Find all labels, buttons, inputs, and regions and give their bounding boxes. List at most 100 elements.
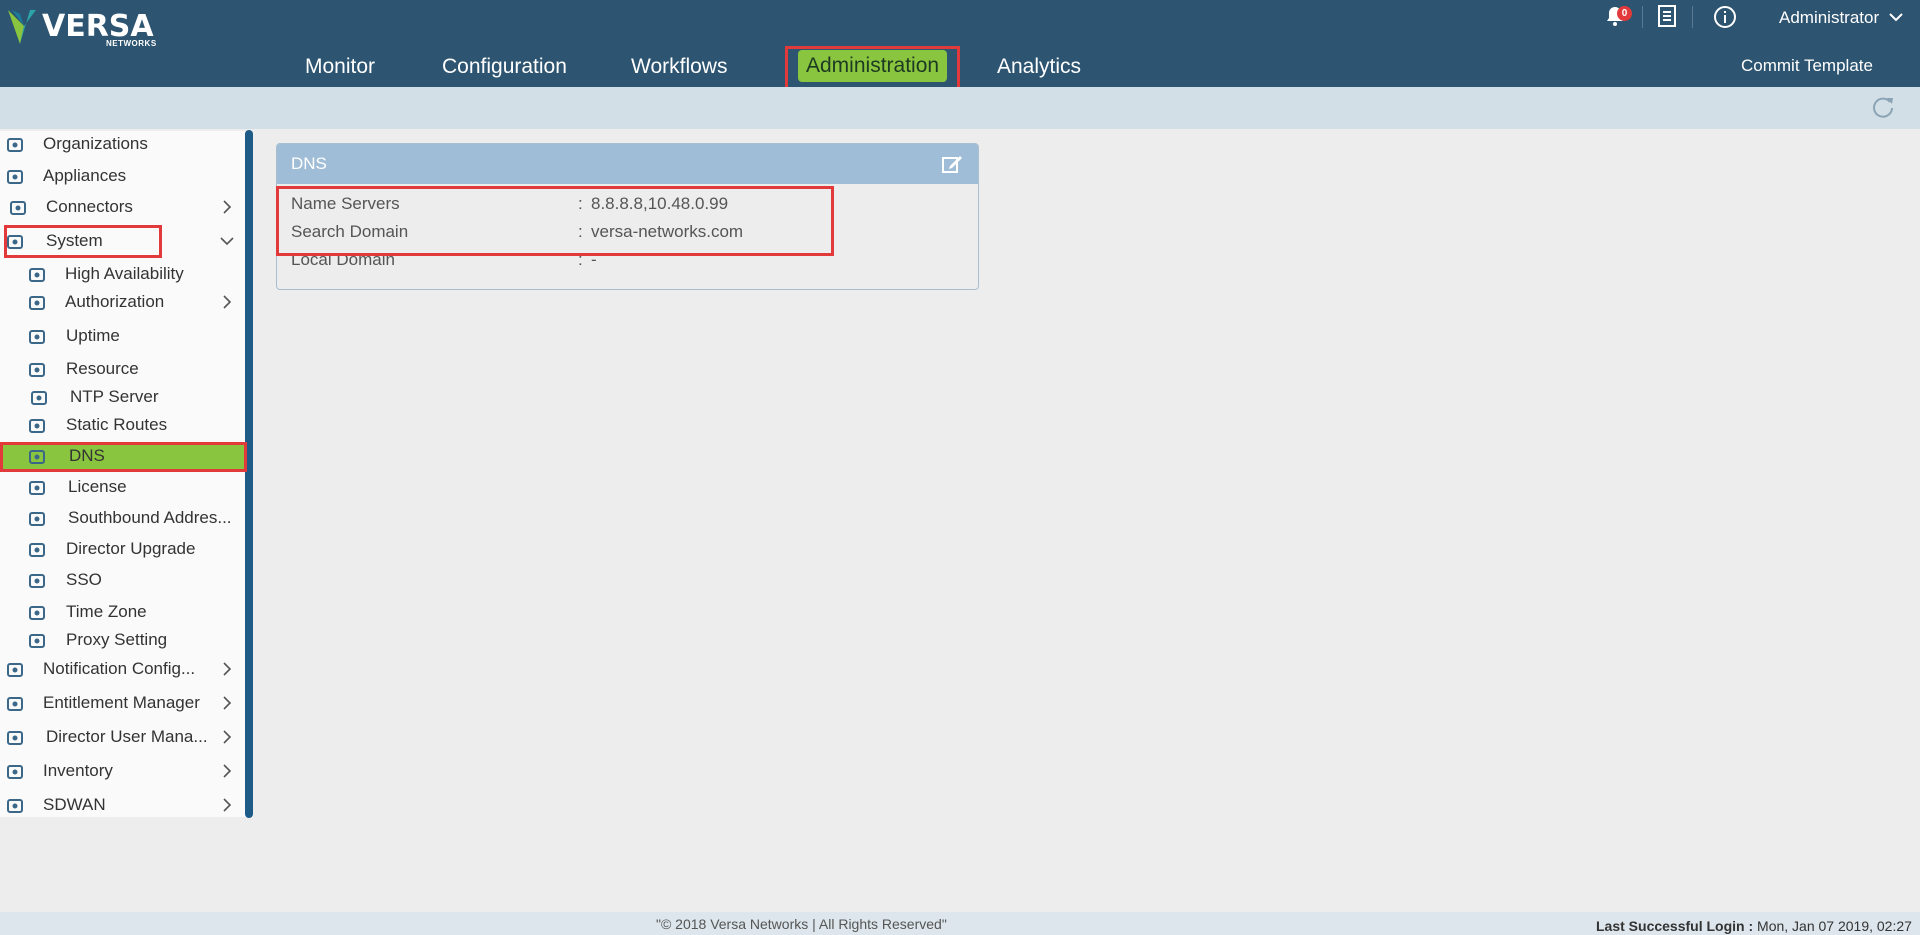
- chevron-down-icon[interactable]: [220, 234, 234, 248]
- nav-configuration[interactable]: Configuration: [442, 50, 567, 86]
- chevron-right-icon[interactable]: [220, 798, 234, 812]
- chevron-right-icon[interactable]: [220, 295, 234, 309]
- chevron-right-icon[interactable]: [220, 730, 234, 744]
- stopwatch-icon: [29, 330, 45, 344]
- sidebar-item-label: Uptime: [66, 326, 120, 345]
- chevron-right-icon[interactable]: [220, 696, 234, 710]
- sidebar-item-resource[interactable]: Resource: [0, 355, 244, 383]
- sidebar-item-static-routes[interactable]: Static Routes: [0, 411, 244, 439]
- sidebar-item-time-zone[interactable]: Time Zone: [0, 598, 244, 626]
- edit-icon: [942, 156, 962, 173]
- sidebar-item-license[interactable]: License: [0, 473, 244, 501]
- sidebar-item-label: Static Routes: [66, 415, 168, 434]
- commit-template-button[interactable]: Commit Template: [1741, 56, 1873, 76]
- sidebar-item-appliances[interactable]: Appliances: [0, 162, 244, 190]
- page-footer: "© 2018 Versa Networks | All Rights Rese…: [0, 912, 1920, 935]
- sidebar-item-label: Director Upgrade: [66, 539, 196, 558]
- sidebar-item-high-availability[interactable]: High Availability: [0, 260, 244, 288]
- sidebar-item-organizations[interactable]: Organizations: [0, 130, 244, 158]
- dns-card-header: DNS: [277, 144, 978, 184]
- sidebar-item-label: Notification Config...: [43, 659, 196, 678]
- user-name: Administrator: [1779, 8, 1880, 27]
- notification-config-icon: [7, 663, 23, 677]
- nav-monitor[interactable]: Monitor: [305, 50, 375, 86]
- server-icon: [29, 268, 45, 282]
- nav-administration[interactable]: Administration: [785, 46, 961, 90]
- sidebar-item-connectors[interactable]: Connectors: [0, 193, 244, 221]
- chevron-down-icon: [1889, 13, 1903, 22]
- row-key: Search Domain: [291, 222, 409, 241]
- chevron-right-icon[interactable]: [220, 200, 234, 214]
- sidebar-item-label: Director User Mana...: [46, 727, 208, 746]
- dns-globe-icon: [29, 450, 45, 464]
- sidebar-item-label: Authorization: [65, 292, 165, 311]
- edit-button[interactable]: [940, 152, 964, 176]
- tasks-button[interactable]: [1655, 4, 1683, 32]
- sidebar-item-label: High Availability: [65, 264, 184, 283]
- nav-administration-label: Administration: [798, 50, 948, 82]
- sidebar-scrollbar[interactable]: [245, 130, 253, 818]
- top-header: VERSA NETWORKS Monitor Configuration Wor…: [0, 0, 1920, 90]
- login-arrow-icon: [29, 296, 45, 310]
- last-login-label: Last Successful Login :: [1596, 918, 1754, 934]
- row-separator: :: [578, 194, 583, 213]
- toolbar-strip: [0, 87, 1920, 129]
- versa-logo[interactable]: VERSA NETWORKS: [6, 6, 156, 48]
- sidebar-item-sso[interactable]: SSO: [0, 566, 244, 594]
- sidebar-item-label: SSO: [66, 570, 102, 589]
- monitor-icon: [7, 235, 23, 249]
- row-key: Name Servers: [291, 194, 400, 213]
- proxy-globe-icon: [29, 634, 45, 648]
- row-value: versa-networks.com: [591, 222, 744, 241]
- sidebar-item-director-upgrade[interactable]: Director Upgrade: [0, 535, 244, 563]
- sidebar-item-southbound-addres[interactable]: Southbound Addres...: [0, 504, 244, 532]
- sidebar-item-label: DNS: [69, 446, 105, 465]
- nav-workflows[interactable]: Workflows: [631, 50, 727, 86]
- sidebar-item-proxy-setting[interactable]: Proxy Setting: [0, 626, 244, 654]
- nav-analytics[interactable]: Analytics: [997, 50, 1081, 86]
- sidebar-item-label: Inventory: [43, 761, 113, 780]
- dns-card-title: DNS: [291, 154, 327, 173]
- sidebar-item-uptime[interactable]: Uptime: [0, 322, 244, 350]
- gear-icon: [7, 697, 23, 711]
- upgrade-arrow-icon: [29, 543, 45, 557]
- row-value: -: [591, 250, 597, 269]
- connector-plug-icon: [10, 201, 26, 215]
- sidebar-item-label: Connectors: [46, 197, 133, 216]
- header-divider: [1642, 6, 1643, 28]
- sidebar-item-director-user-mana[interactable]: Director User Mana...: [0, 723, 244, 751]
- info-icon: [1714, 6, 1736, 28]
- row-value: 8.8.8.8,10.48.0.99: [591, 194, 729, 213]
- chevron-right-icon[interactable]: [220, 662, 234, 676]
- sidebar-item-label: Organizations: [43, 134, 148, 153]
- row-separator: :: [578, 250, 583, 269]
- sidebar-item-dns[interactable]: DNS: [0, 442, 244, 470]
- sidebar-item-authorization[interactable]: Authorization: [0, 288, 244, 316]
- last-login-value: Mon, Jan 07 2019, 02:27: [1757, 918, 1912, 934]
- sidebar-item-ntp-server[interactable]: NTP Server: [0, 383, 244, 411]
- sidebar-item-label: Entitlement Manager: [43, 693, 200, 712]
- dns-card: DNS Name Servers : 8.8.8.8,10.48.0.99 Se…: [276, 143, 979, 290]
- copyright-text: "© 2018 Versa Networks | All Rights Rese…: [656, 916, 947, 932]
- versa-logo-mark-icon: [8, 10, 36, 44]
- routes-icon: [29, 419, 45, 433]
- notifications-button[interactable]: 0: [1603, 4, 1632, 32]
- sidebar-item-sdwan[interactable]: SDWAN: [0, 791, 244, 819]
- header-divider: [1692, 6, 1693, 28]
- sidebar-item-notification-config[interactable]: Notification Config...: [0, 655, 244, 683]
- row-separator: :: [578, 222, 583, 241]
- info-button[interactable]: [1712, 4, 1740, 32]
- chip-icon: [29, 363, 45, 377]
- sidebar-item-label: Proxy Setting: [66, 630, 168, 649]
- sidebar-item-label: NTP Server: [70, 387, 159, 406]
- user-menu[interactable]: Administrator: [1779, 8, 1904, 28]
- sidebar-item-entitlement-manager[interactable]: Entitlement Manager: [0, 689, 244, 717]
- sidebar-item-inventory[interactable]: Inventory: [0, 757, 244, 785]
- chevron-right-icon[interactable]: [220, 764, 234, 778]
- sidebar-item-label: Resource: [66, 359, 139, 378]
- row-key: Local Domain: [291, 250, 395, 269]
- sso-cloud-icon: [29, 574, 45, 588]
- refresh-button[interactable]: [1870, 94, 1898, 122]
- sidebar-item-system[interactable]: System: [0, 227, 244, 255]
- users-icon: [7, 731, 23, 745]
